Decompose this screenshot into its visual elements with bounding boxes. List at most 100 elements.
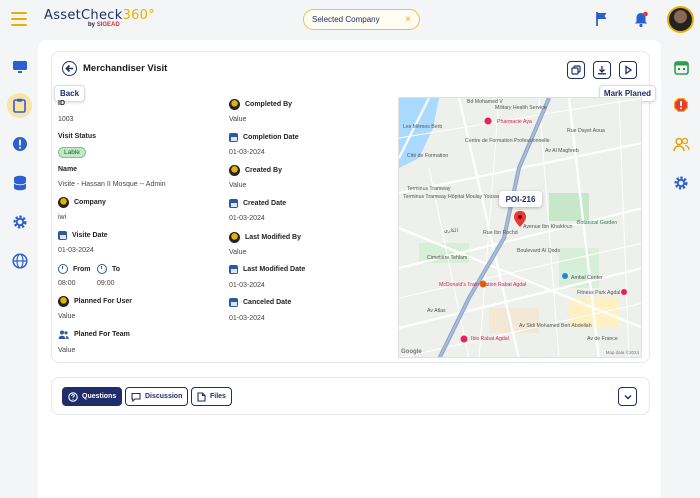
notification-bell-icon[interactable]: [633, 11, 649, 30]
canceled-date-value: 01-03-2024: [229, 315, 265, 322]
map-label: الكاري: [444, 228, 459, 234]
map-label: McDonald's Train Station Rabat Agdal: [439, 282, 527, 288]
duplicate-button[interactable]: [567, 61, 585, 79]
map-label: Av de France: [587, 336, 618, 342]
canceled-date-label: Canceled Date: [229, 298, 291, 307]
logo-brand: SIGEAD: [96, 22, 120, 28]
chevron-down-icon[interactable]: [618, 387, 637, 406]
modified-by-value: Value: [229, 249, 247, 256]
completed-by-value: Value: [229, 116, 247, 123]
globe-icon[interactable]: [7, 248, 32, 273]
flag-icon[interactable]: [594, 11, 610, 29]
location-map[interactable]: Bd Mohamed V Military Health Service Pha…: [398, 97, 642, 358]
user-icon: [229, 232, 240, 243]
visit-date-value: 01-03-2024: [58, 247, 94, 254]
planned-team-value: Value: [58, 347, 76, 354]
monitor-icon[interactable]: [7, 54, 32, 79]
map-label: Boulevard Al Qods: [517, 248, 560, 254]
to-label: To: [97, 264, 120, 274]
visit-date-label: Visite Date: [58, 231, 108, 240]
id-value: 1003: [58, 116, 74, 123]
calendar-small-icon: [229, 133, 238, 142]
created-date-value: 01-03-2024: [229, 215, 265, 222]
company-selector[interactable]: Selected Company ×: [303, 9, 420, 30]
company-selector-label: Selected Company: [312, 15, 380, 24]
id-label: ID: [58, 100, 65, 107]
mark-planed-button[interactable]: [619, 61, 637, 79]
clock-icon: [97, 264, 107, 274]
settings-gear-icon[interactable]: [670, 172, 692, 194]
created-by-label: Created By: [229, 165, 282, 176]
map-label: Terminus Tramway Hôpital Moulay Youssef: [403, 194, 502, 200]
planned-team-label: Planed For Team: [58, 330, 130, 339]
calendar-small-icon: [229, 265, 238, 274]
map-label: Av Sidi Mohamed Ben Abdellah: [519, 323, 592, 329]
completion-date-value: 01-03-2024: [229, 149, 265, 156]
question-icon: [68, 391, 78, 402]
database-icon[interactable]: [7, 170, 32, 195]
calendar-icon[interactable]: [670, 56, 692, 78]
map-label: Fitness Park Agdal: [577, 290, 621, 296]
map-label: Rue Ibn Rochd: [483, 230, 518, 236]
from-value: 08:00: [58, 280, 76, 287]
planned-user-label: Planned For User: [58, 296, 132, 307]
alert-icon[interactable]: [7, 131, 32, 156]
clipboard-icon[interactable]: [7, 93, 32, 118]
tab-discussion[interactable]: Discussion: [125, 387, 189, 406]
status-badge: Lable: [58, 147, 86, 158]
warning-octagon-icon[interactable]: [670, 94, 692, 116]
user-icon: [58, 296, 69, 307]
clear-company-icon[interactable]: ×: [405, 14, 411, 25]
map-label: Terminus Tramway: [407, 186, 451, 192]
user-icon: [229, 99, 240, 110]
user-icon: [229, 165, 240, 176]
file-icon: [197, 391, 206, 402]
completed-by-label: Completed By: [229, 99, 292, 110]
modified-date-label: Last Modified Date: [229, 265, 305, 274]
app-logo: AssetCheck360° by SIGEAD: [44, 8, 155, 28]
logo-by: by: [88, 22, 96, 28]
company-value: iwi: [58, 214, 67, 221]
google-logo: Google: [401, 349, 422, 355]
map-label: Botanical Garden: [577, 220, 618, 226]
map-label: Av Atlas: [427, 308, 446, 314]
calendar-small-icon: [229, 298, 238, 307]
settings-icon[interactable]: [7, 209, 32, 234]
name-value: Visite - Hassan II Mosque -- Admin: [58, 181, 166, 188]
team-icon: [58, 330, 69, 339]
map-label: Pharmacie Aya: [497, 119, 532, 125]
poi-marker-label[interactable]: POI-216: [499, 191, 542, 207]
visit-status-label: Visit Status: [58, 133, 96, 140]
calendar-small-icon: [229, 199, 238, 208]
map-label: Ambal Center: [571, 275, 603, 281]
from-label: From: [58, 264, 91, 274]
modified-by-label: Last Modified By: [229, 232, 301, 243]
user-avatar[interactable]: [667, 6, 694, 33]
map-label: Cité de Formation: [407, 153, 449, 159]
map-label: Military Health Service: [495, 105, 547, 111]
company-label: Company: [58, 197, 106, 208]
planned-user-value: Value: [58, 313, 76, 320]
map-label: Cimetière Tehlam: [427, 255, 468, 261]
calendar-small-icon: [58, 231, 67, 240]
card-header: Merchandiser Visit: [62, 61, 167, 76]
chat-icon: [131, 392, 141, 402]
tab-questions[interactable]: Questions: [62, 387, 123, 406]
name-label: Name: [58, 166, 78, 173]
menu-icon[interactable]: [11, 12, 27, 26]
to-value: 09:00: [97, 280, 115, 287]
map-label: Les Mèmes Berb: [403, 124, 443, 130]
created-date-label: Created Date: [229, 199, 286, 208]
created-by-value: Value: [229, 182, 247, 189]
logo-number: 360°: [122, 8, 156, 23]
users-icon[interactable]: [670, 133, 692, 155]
map-data-attribution: Map data ©2024: [605, 350, 639, 355]
completion-date-label: Completion Date: [229, 133, 299, 142]
clock-icon: [58, 264, 68, 274]
download-button[interactable]: [593, 61, 611, 79]
map-label: Centre de Formation Professionnelle: [465, 138, 550, 144]
logo-text: AssetCheck: [44, 8, 123, 23]
tab-files[interactable]: Files: [191, 387, 232, 406]
map-label: Ibis Rabat Agdal: [471, 336, 509, 342]
back-arrow-icon[interactable]: [62, 61, 77, 76]
